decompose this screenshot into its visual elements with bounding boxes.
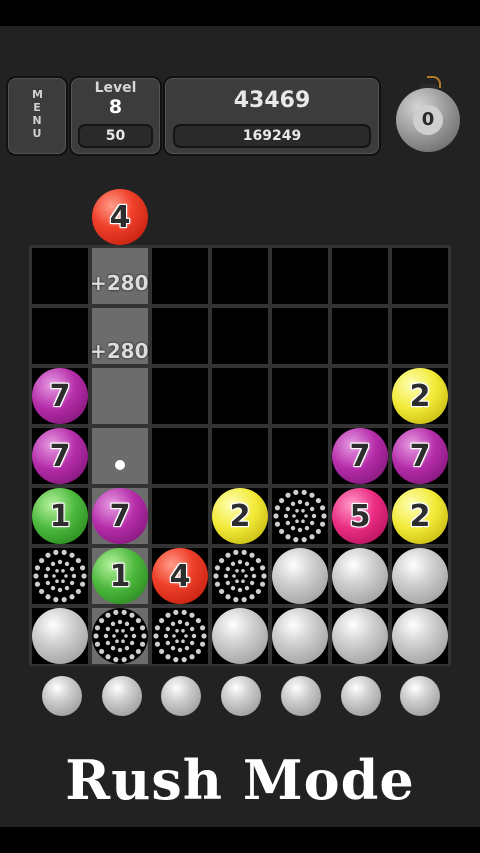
cracked-ball bbox=[212, 548, 268, 604]
blank-ball bbox=[212, 608, 268, 664]
board-cell[interactable] bbox=[212, 428, 268, 484]
board-cell[interactable] bbox=[272, 368, 328, 424]
board-cell[interactable] bbox=[32, 248, 88, 304]
game-board[interactable]: +280 +280 7 2 7 7 7 1 7 2 5 2 1 4 bbox=[29, 245, 451, 666]
board-cell[interactable] bbox=[392, 248, 448, 304]
bomb-count: 0 bbox=[413, 105, 443, 135]
incoming-ball bbox=[221, 676, 262, 716]
dotted-ring-icon bbox=[213, 549, 267, 603]
spark-effect bbox=[115, 460, 125, 470]
blank-ball bbox=[332, 608, 388, 664]
board-cell[interactable] bbox=[92, 428, 148, 484]
board-cell[interactable] bbox=[152, 248, 208, 304]
dotted-ring-icon bbox=[153, 609, 207, 663]
incoming-ball bbox=[161, 676, 202, 716]
drop-ball-number: 4 bbox=[109, 199, 131, 235]
number-ball: 2 bbox=[392, 488, 448, 544]
board-cell[interactable] bbox=[392, 308, 448, 364]
bomb-powerup-button[interactable]: 0 bbox=[394, 76, 462, 156]
cracked-ball bbox=[152, 608, 208, 664]
ball-number: 7 bbox=[49, 378, 71, 414]
drop-ball[interactable]: 4 bbox=[92, 189, 148, 245]
level-panel: Level 8 50 bbox=[69, 76, 162, 156]
blank-ball bbox=[392, 608, 448, 664]
board-cell[interactable] bbox=[332, 308, 388, 364]
blank-ball bbox=[272, 608, 328, 664]
number-ball: 7 bbox=[32, 368, 88, 424]
board-cell[interactable] bbox=[332, 368, 388, 424]
level-label: Level bbox=[94, 80, 137, 96]
number-ball: 2 bbox=[212, 488, 268, 544]
number-ball: 7 bbox=[392, 428, 448, 484]
board-cell[interactable] bbox=[272, 428, 328, 484]
number-ball: 7 bbox=[92, 488, 148, 544]
cracked-ball bbox=[32, 548, 88, 604]
cracked-ball bbox=[92, 608, 148, 664]
dotted-ring-icon bbox=[93, 609, 147, 663]
number-ball: 1 bbox=[32, 488, 88, 544]
ball-number: 1 bbox=[49, 498, 71, 534]
board-cell[interactable] bbox=[152, 488, 208, 544]
blank-ball bbox=[32, 608, 88, 664]
mode-title: Rush Mode bbox=[65, 748, 415, 812]
incoming-ball bbox=[400, 676, 441, 716]
level-value: 8 bbox=[108, 96, 123, 118]
incoming-ball bbox=[42, 676, 82, 716]
board-cell[interactable] bbox=[272, 308, 328, 364]
menu-button[interactable]: MENU bbox=[6, 76, 68, 156]
board-cell[interactable] bbox=[152, 308, 208, 364]
number-ball: 5 bbox=[332, 488, 388, 544]
number-ball: 7 bbox=[32, 428, 88, 484]
ball-number: 7 bbox=[109, 498, 131, 534]
number-ball: 2 bbox=[392, 368, 448, 424]
board-cell[interactable] bbox=[212, 248, 268, 304]
board-cell[interactable] bbox=[92, 368, 148, 424]
ball-number: 7 bbox=[409, 438, 431, 474]
blank-ball bbox=[272, 548, 328, 604]
score-popup: +280 bbox=[90, 339, 149, 363]
board-cell[interactable] bbox=[152, 428, 208, 484]
ball-number: 2 bbox=[229, 498, 251, 534]
level-target: 50 bbox=[78, 124, 153, 148]
ball-number: 5 bbox=[349, 498, 371, 534]
incoming-ball bbox=[280, 676, 321, 716]
menu-label: MENU bbox=[32, 88, 43, 140]
best-score: 169249 bbox=[173, 124, 371, 148]
ball-number: 1 bbox=[109, 558, 131, 594]
score-panel: 43469 169249 bbox=[163, 76, 381, 156]
board-cell[interactable] bbox=[152, 368, 208, 424]
ball-number: 7 bbox=[349, 438, 371, 474]
ball-number: 2 bbox=[409, 498, 431, 534]
blank-ball bbox=[392, 548, 448, 604]
board-cell[interactable] bbox=[272, 248, 328, 304]
ball-number: 2 bbox=[409, 378, 431, 414]
ball-number: 4 bbox=[169, 558, 191, 594]
board-cell[interactable] bbox=[332, 248, 388, 304]
score-value: 43469 bbox=[233, 88, 311, 113]
number-ball: 1 bbox=[92, 548, 148, 604]
incoming-ball bbox=[101, 676, 142, 716]
top-status-bar bbox=[0, 0, 480, 26]
incoming-ball bbox=[340, 676, 381, 716]
score-popup: +280 bbox=[90, 271, 149, 295]
number-ball: 7 bbox=[332, 428, 388, 484]
board-cell[interactable] bbox=[212, 368, 268, 424]
dotted-ring-icon bbox=[273, 489, 327, 543]
number-ball: 4 bbox=[152, 548, 208, 604]
board-cell[interactable] bbox=[32, 308, 88, 364]
ball-number: 7 bbox=[49, 438, 71, 474]
cracked-ball bbox=[272, 488, 328, 544]
bottom-bar bbox=[0, 827, 480, 853]
dotted-ring-icon bbox=[33, 549, 87, 603]
blank-ball bbox=[332, 548, 388, 604]
board-cell[interactable] bbox=[212, 308, 268, 364]
